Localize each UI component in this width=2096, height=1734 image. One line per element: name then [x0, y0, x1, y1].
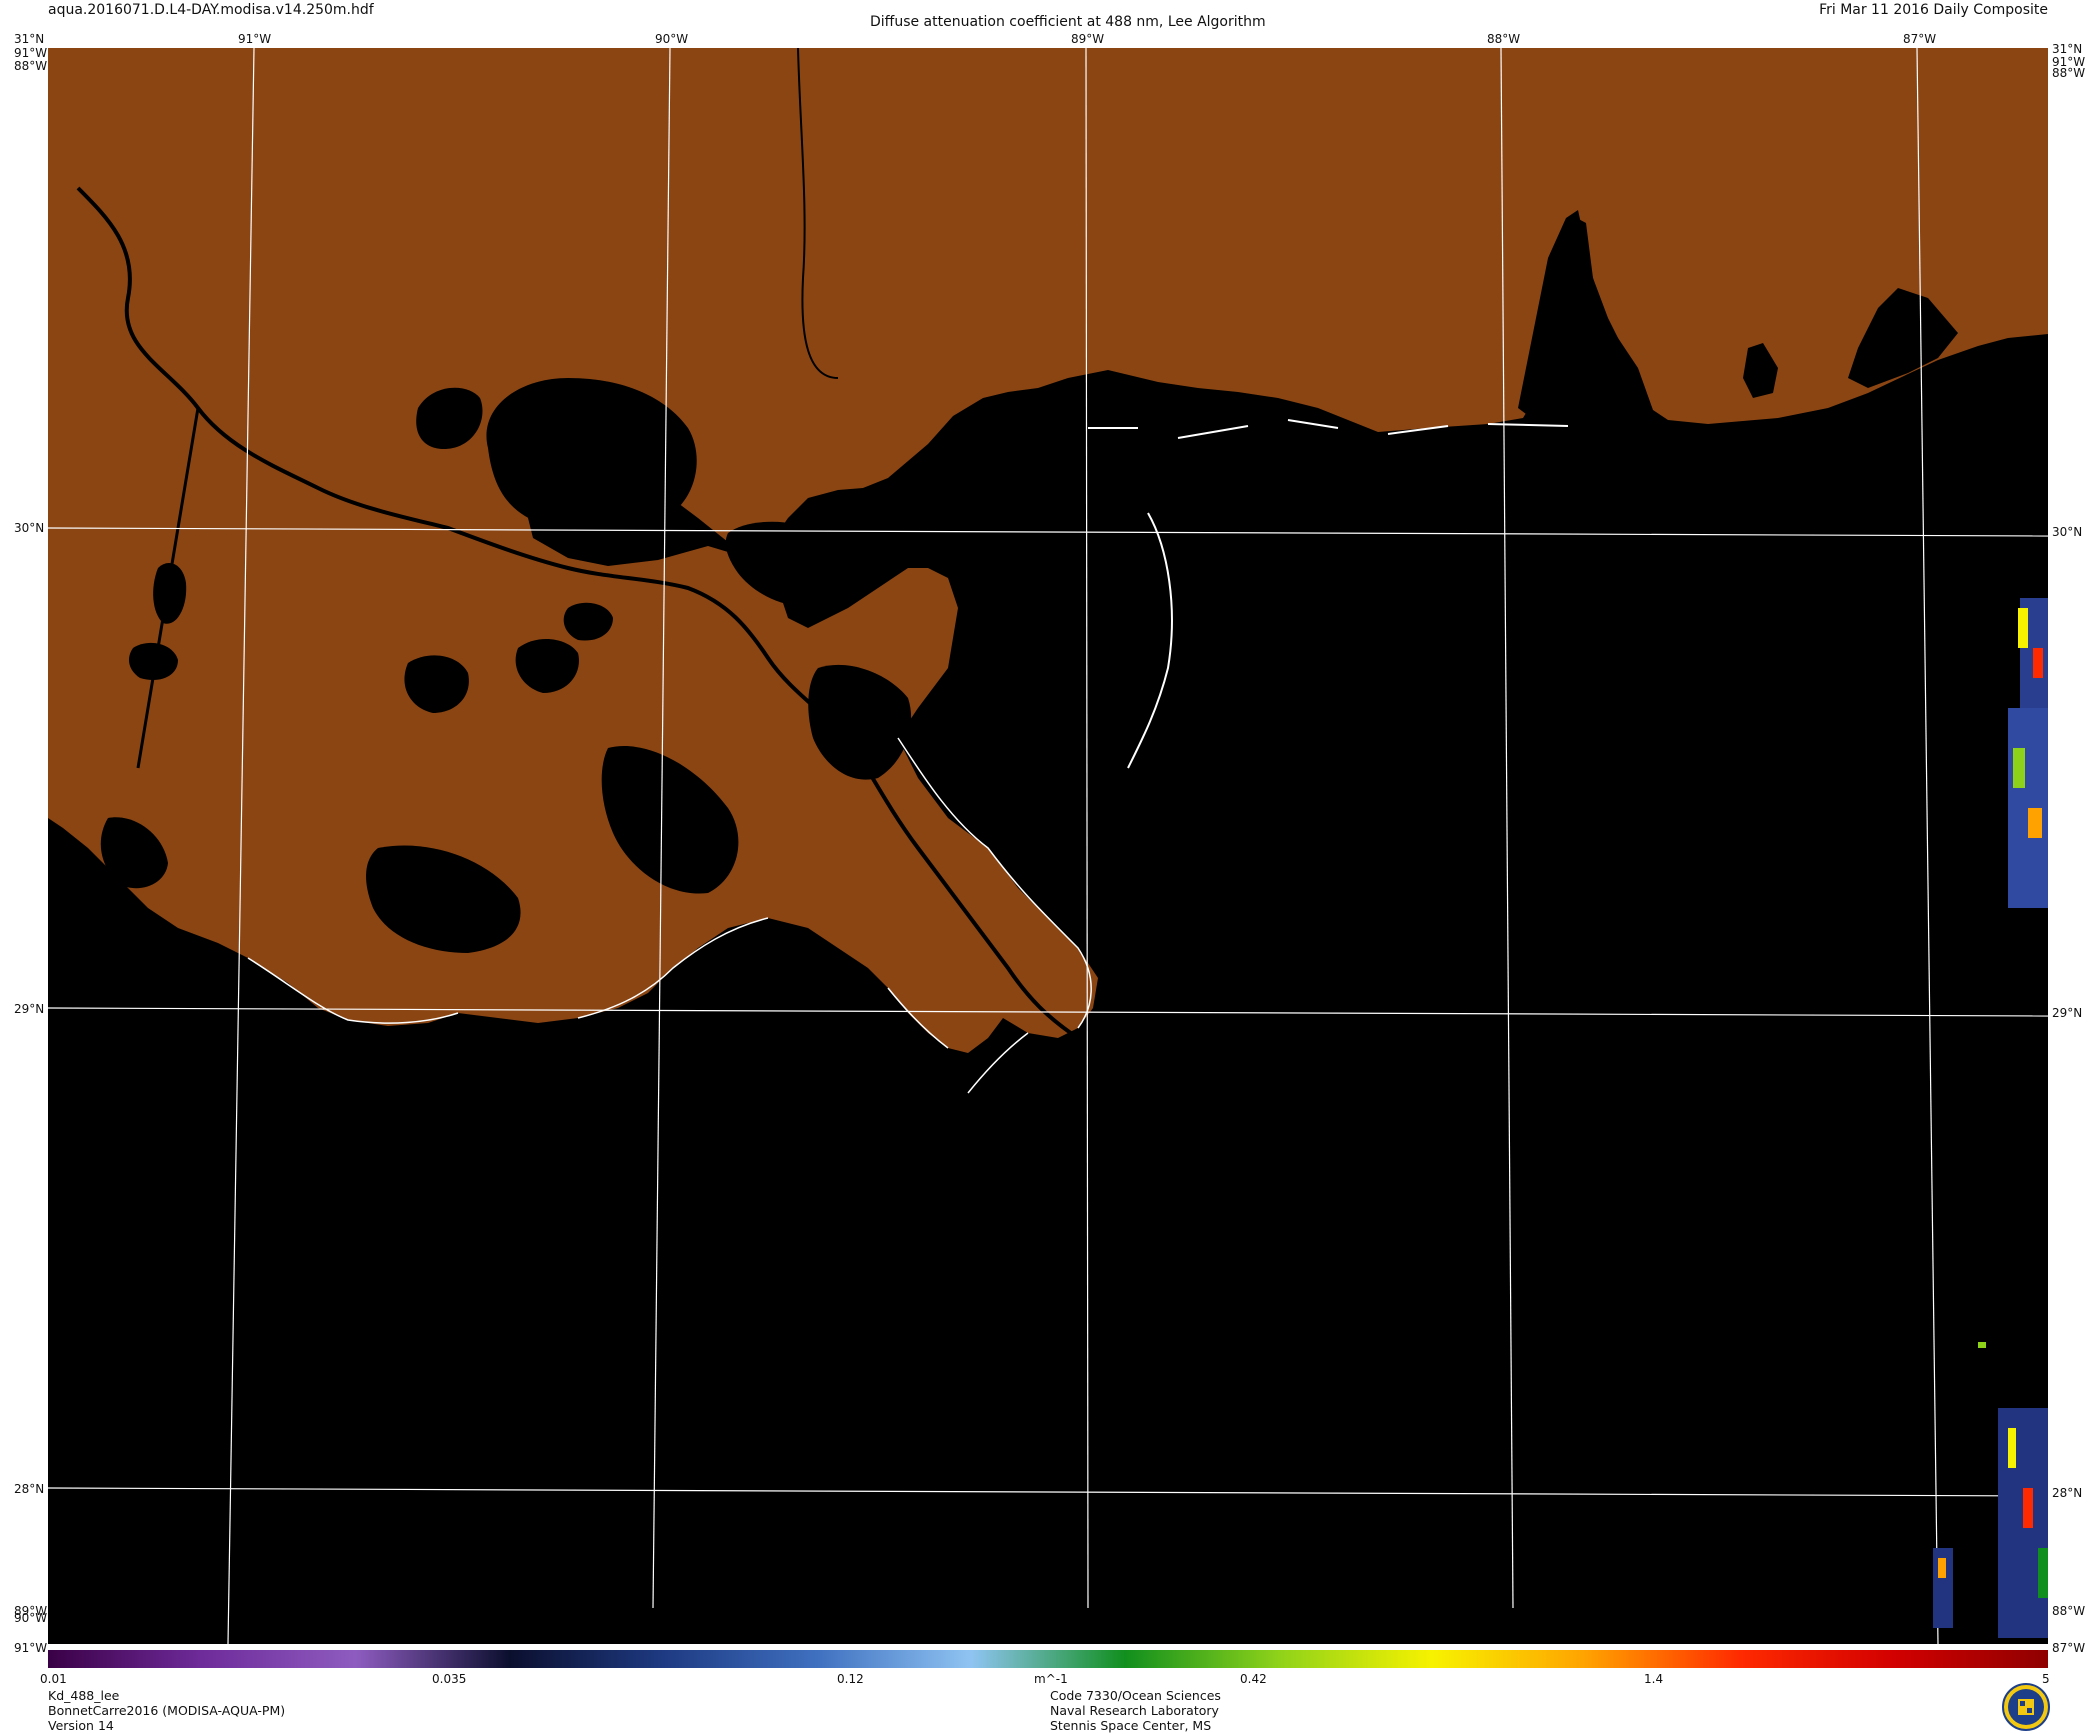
file-name: aqua.2016071.D.L4-DAY.modisa.v14.250m.hd…: [48, 2, 374, 18]
colorbar-tick-1: 0.035: [432, 1672, 467, 1686]
corner-br-lon2: 87°W: [2052, 1641, 2086, 1655]
corner-br-lon1: 88°W: [2052, 1604, 2086, 1618]
nrl-logo-icon: [2002, 1683, 2050, 1731]
corner-bl-lon2: 90°W: [14, 1611, 48, 1625]
colorbar-unit: m^-1: [1034, 1672, 1068, 1686]
lat-label-left-30n: 30°N: [14, 521, 45, 535]
lon-label-91w: 91°W: [238, 32, 272, 46]
corner-tl-lon2: 88°W: [14, 59, 48, 73]
lon-label-88w: 88°W: [1487, 32, 1521, 46]
corner-tr-lat: 31°N: [2052, 42, 2083, 56]
lon-label-87w: 87°W: [1903, 32, 1937, 46]
colorbar-tick-0: 0.01: [40, 1672, 67, 1686]
colorbar-tick-5: 5: [2042, 1672, 2050, 1686]
lon-label-90w: 90°W: [655, 32, 689, 46]
lat-label-right-30n: 30°N: [2052, 525, 2083, 539]
colorbar-tick-3: 0.42: [1240, 1672, 1267, 1686]
lat-label-right-29n: 29°N: [2052, 1006, 2083, 1020]
corner-tl-lon1: 91°W: [14, 46, 48, 60]
colorbar: [48, 1650, 2048, 1668]
corner-tr-lon2: 88°W: [2052, 66, 2086, 80]
map-title: Diffuse attenuation coefficient at 488 n…: [870, 14, 1266, 30]
colorbar-tick-2: 0.12: [837, 1672, 864, 1686]
corner-tl-lat: 31°N: [14, 32, 45, 46]
lat-label-right-28n: 28°N: [2052, 1486, 2083, 1500]
footer-dataset: BonnetCarre2016 (MODISA-AQUA-PM): [48, 1703, 286, 1718]
lat-label-left-28n: 28°N: [14, 1482, 45, 1496]
map-graphics: [48, 48, 2048, 1644]
footer-product: Kd_488_lee: [48, 1688, 120, 1703]
lon-label-89w: 89°W: [1071, 32, 1105, 46]
footer-org-name: Naval Research Laboratory: [1050, 1703, 1219, 1718]
footer-version: Version 14: [48, 1718, 114, 1733]
colorbar-tick-4: 1.4: [1644, 1672, 1664, 1686]
footer-org-code: Code 7330/Ocean Sciences: [1050, 1688, 1221, 1703]
map-canvas[interactable]: [48, 48, 2048, 1644]
composite-date: Fri Mar 11 2016 Daily Composite: [1819, 2, 2048, 18]
corner-bl-lon3: 91°W: [14, 1641, 48, 1655]
lat-label-left-29n: 29°N: [14, 1002, 45, 1016]
footer-org-location: Stennis Space Center, MS: [1050, 1718, 1212, 1733]
